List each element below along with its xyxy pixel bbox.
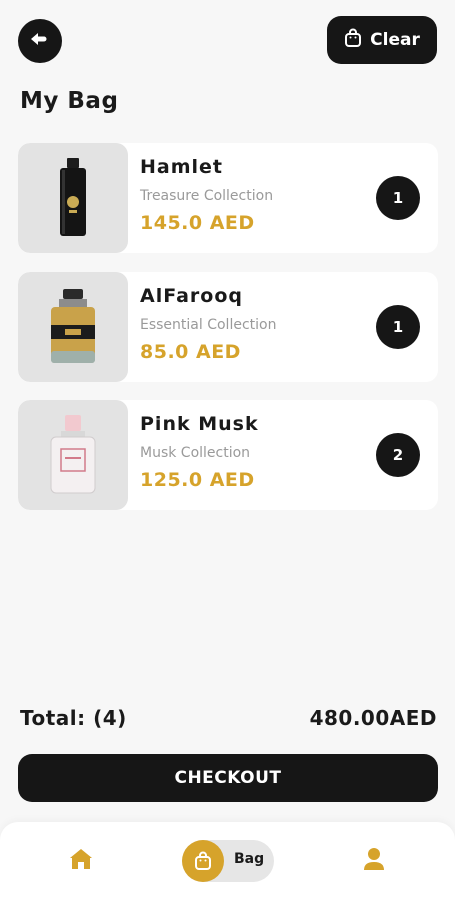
item-collection: Musk Collection xyxy=(140,445,251,461)
page-title: My Bag xyxy=(20,88,119,114)
item-collection: Treasure Collection xyxy=(140,188,274,204)
bag-icon xyxy=(182,840,224,882)
nav-bag[interactable]: Bag xyxy=(182,840,274,882)
home-icon xyxy=(68,847,94,875)
item-name: Hamlet xyxy=(140,156,224,178)
bag-icon xyxy=(344,28,362,53)
cart-item-alfarooq[interactable]: AlFarooq Essential Collection 85.0 AED 1 xyxy=(18,272,438,382)
quantity-badge[interactable]: 2 xyxy=(376,433,420,477)
cart-item-hamlet[interactable]: Hamlet Treasure Collection 145.0 AED 1 xyxy=(18,143,438,253)
nav-bag-label: Bag xyxy=(234,851,265,867)
item-name: AlFarooq xyxy=(140,285,243,307)
back-button[interactable] xyxy=(18,19,62,63)
profile-icon xyxy=(362,846,386,876)
clear-button-label: Clear xyxy=(370,30,420,50)
product-image xyxy=(18,143,128,253)
clear-button[interactable]: Clear xyxy=(327,16,437,64)
nav-profile[interactable] xyxy=(355,844,393,878)
product-image xyxy=(18,400,128,510)
quantity-badge[interactable]: 1 xyxy=(376,305,420,349)
total-amount: 480.00AED xyxy=(309,706,437,730)
checkout-button[interactable]: CHECKOUT xyxy=(18,754,438,802)
item-price: 125.0 AED xyxy=(140,469,255,491)
bottom-nav: Bag xyxy=(0,822,455,900)
item-price: 145.0 AED xyxy=(140,212,255,234)
cart-item-pink-musk[interactable]: Pink Musk Musk Collection 125.0 AED 2 xyxy=(18,400,438,510)
nav-home[interactable] xyxy=(62,844,100,878)
back-arrow-icon xyxy=(29,31,51,51)
item-name: Pink Musk xyxy=(140,413,259,435)
product-image xyxy=(18,272,128,382)
quantity-badge[interactable]: 1 xyxy=(376,176,420,220)
item-collection: Essential Collection xyxy=(140,317,277,333)
total-label: Total: (4) xyxy=(20,706,127,730)
item-price: 85.0 AED xyxy=(140,341,241,363)
